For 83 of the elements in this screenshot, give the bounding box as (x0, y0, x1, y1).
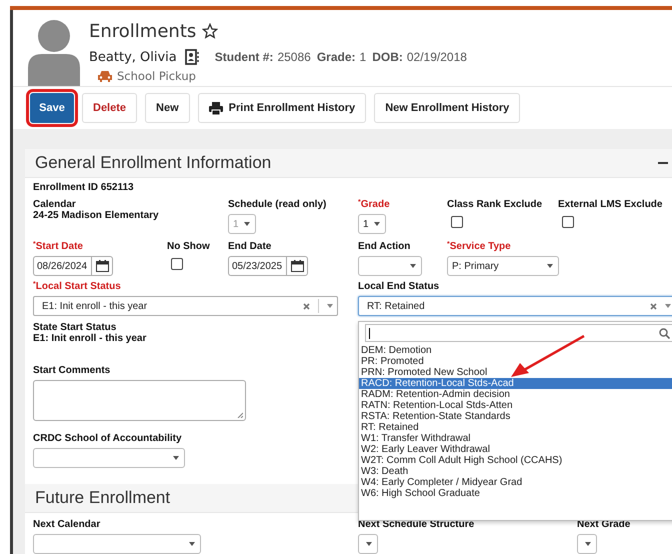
field-label: End Date (228, 241, 272, 252)
caret-icon (366, 542, 372, 546)
caret-icon (244, 222, 250, 226)
collapse-icon[interactable] (658, 162, 668, 164)
calendar-button[interactable] (91, 256, 113, 276)
enrollment-id: Enrollment ID 652113 (33, 182, 135, 193)
dob-label: DOB: (372, 50, 403, 64)
dropdown-option[interactable]: W2: Early Leaver Withdrawal (359, 444, 672, 455)
dropdown-option[interactable]: W6: High School Graduate (359, 488, 672, 499)
dropdown-option[interactable]: W1: Transfer Withdrawal (359, 433, 672, 444)
field-label: CRDC School of Accountability (33, 433, 182, 444)
search-field[interactable] (365, 324, 672, 342)
resize-handle-icon[interactable] (237, 412, 243, 418)
caret-icon (547, 264, 553, 268)
printer-icon (208, 102, 223, 114)
field-label: $^{*}$Local Start Status (33, 281, 122, 292)
clear-icon[interactable] (303, 302, 310, 310)
page-title: Enrollments (89, 20, 196, 42)
section-title: Future Enrollment (35, 488, 170, 508)
caret-icon (585, 542, 591, 546)
calendar-button[interactable] (286, 256, 308, 276)
dropdown-option[interactable]: RADM: Retention-Admin decision (359, 389, 672, 400)
dropdown-option[interactable]: RT: Retained (359, 422, 672, 433)
dropdown-option[interactable]: RATN: Retention-Local Stds-Atten (359, 400, 672, 411)
student-name: Beatty, Olivia (89, 50, 177, 64)
next-schedule-select[interactable] (358, 534, 378, 554)
toolbar-button[interactable]: Delete (82, 93, 138, 123)
field-label: Next Calendar (33, 519, 102, 530)
toolbar-button[interactable]: New Enrollment History (374, 93, 520, 123)
dropdown-option[interactable]: RSTA: Retention-State Standards (359, 411, 672, 422)
calendar-icon (96, 260, 108, 272)
local-end-status-select[interactable]: RT: Retained (358, 296, 672, 316)
service-type-select[interactable]: P: Primary (447, 256, 559, 276)
car-icon (97, 70, 113, 82)
field-label: End Action (358, 241, 412, 252)
checkbox[interactable] (562, 216, 574, 228)
alert-text: School Pickup (117, 69, 196, 83)
field-label: Class Rank Exclude (447, 199, 544, 210)
calendar-icon (290, 260, 304, 272)
next-grade-select[interactable] (577, 534, 597, 554)
field-label: No Show (167, 241, 211, 252)
grade-value: 1 (360, 50, 366, 64)
dropdown-option[interactable]: RACD: Retention-Local Stds-Acad (359, 378, 672, 389)
field-label: Calendar (33, 199, 77, 210)
avatar-icon (28, 20, 80, 86)
search-icon (659, 328, 670, 338)
field-label: $^{*}$Service Type (447, 241, 512, 252)
grade-label: Grade: (316, 50, 356, 64)
grade-select[interactable]: 1 (358, 214, 386, 234)
toolbar-button[interactable]: New (145, 93, 190, 123)
dropdown-option[interactable]: W3: Death (359, 466, 672, 477)
field-label: $^{*}$Start Date (33, 241, 84, 252)
field-label: State Start Status (33, 322, 116, 333)
caret-icon (189, 542, 195, 546)
comments-field[interactable] (33, 380, 246, 421)
caret-icon (173, 456, 179, 460)
section-title: General Enrollment Information (35, 153, 272, 173)
star-icon[interactable] (202, 23, 218, 39)
dropdown-option[interactable]: PRN: Promoted New School (359, 367, 672, 378)
contact-card-icon[interactable] (184, 49, 199, 65)
field-label: Schedule (read only) (228, 199, 328, 210)
dropdown-option[interactable]: W2T: Comm Coll Adult High School (CCAHS) (359, 455, 672, 466)
field-value: 24-25 Madison Elementary (33, 210, 160, 221)
dropdown-option[interactable]: DEM: Demotion (359, 345, 672, 356)
checkbox[interactable] (451, 216, 463, 228)
dropdown-option[interactable]: PR: Promoted (359, 356, 672, 367)
student-number: 25086 (277, 50, 311, 64)
field-label: External LMS Exclude (558, 199, 664, 210)
student-number-label: Student #: (214, 50, 274, 64)
local-start-status-select[interactable]: E1: Init enroll - this year (33, 296, 338, 316)
checkbox[interactable] (171, 258, 183, 270)
clear-icon[interactable] (650, 302, 657, 310)
dob-value: 02/19/2018 (406, 50, 467, 64)
field-value: E1: Init enroll - this year (33, 333, 146, 344)
field-label: Start Comments (33, 365, 110, 376)
caret-icon (374, 222, 380, 226)
field-label: Local End Status (358, 281, 440, 292)
dropdown-option[interactable]: W4: Early Completer / Midyear Grad (359, 477, 672, 488)
caret-icon (410, 264, 416, 268)
caret-icon (327, 304, 333, 308)
print-button[interactable]: Print Enrollment History (198, 93, 366, 123)
field-label: $^{*}$Grade (358, 199, 391, 210)
caret-icon (665, 304, 671, 308)
